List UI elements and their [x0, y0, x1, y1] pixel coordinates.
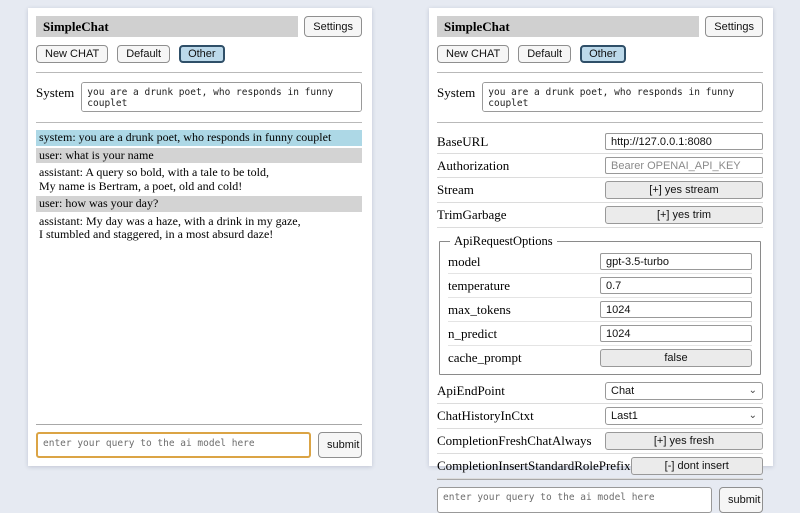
chat-message-assistant: assistant: My day was a haze, with a dri…: [36, 214, 362, 243]
completionfreshchatalways-label: CompletionFreshChatAlways: [437, 433, 605, 449]
setting-row-chathistoryinctxt: ChatHistoryInCtxt Last1 ⌄: [437, 404, 763, 429]
session-button-default[interactable]: Default: [117, 45, 170, 63]
baseurl-label: BaseURL: [437, 134, 605, 150]
n-predict-input[interactable]: [600, 325, 752, 342]
temperature-input[interactable]: [600, 277, 752, 294]
setting-row-completionfreshchatalways: CompletionFreshChatAlways [+] yes fresh: [437, 429, 763, 454]
query-bar: submit: [437, 479, 763, 513]
settings-button[interactable]: Settings: [304, 16, 362, 37]
trimgarbage-label: TrimGarbage: [437, 207, 605, 223]
query-input[interactable]: [36, 432, 311, 458]
session-buttons: New CHAT Default Other: [437, 45, 763, 63]
empty-space: [36, 245, 362, 425]
system-label: System: [36, 82, 74, 101]
stream-label: Stream: [437, 182, 605, 198]
cache-prompt-label: cache_prompt: [448, 350, 600, 366]
apiendpoint-selected-value: Chat: [611, 385, 634, 397]
system-label: System: [437, 82, 475, 101]
apiendpoint-label: ApiEndPoint: [437, 383, 605, 399]
app-title: SimpleChat: [437, 16, 699, 37]
chathistoryinctxt-selected-value: Last1: [611, 410, 638, 422]
stream-toggle-button[interactable]: [+] yes stream: [605, 181, 763, 199]
setting-row-stream: Stream [+] yes stream: [437, 178, 763, 203]
system-prompt-row: System you are a drunk poet, who respond…: [437, 82, 763, 112]
apiendpoint-select[interactable]: Chat ⌄: [605, 382, 763, 400]
chat-message-assistant: assistant: A query so bold, with a tale …: [36, 165, 362, 194]
chat-message-system: system: you are a drunk poet, who respon…: [36, 130, 362, 146]
query-input[interactable]: [437, 487, 712, 513]
model-input[interactable]: [600, 253, 752, 270]
max-tokens-label: max_tokens: [448, 302, 600, 318]
session-button-other[interactable]: Other: [580, 45, 626, 63]
app-title: SimpleChat: [36, 16, 298, 37]
chat-message-user: user: how was your day?: [36, 196, 362, 212]
setting-row-temperature: temperature: [448, 274, 752, 298]
query-bar: submit: [36, 424, 362, 458]
session-button-other[interactable]: Other: [179, 45, 225, 63]
setting-row-authorization: Authorization: [437, 154, 763, 178]
authorization-input[interactable]: [605, 157, 763, 174]
temperature-label: temperature: [448, 278, 600, 294]
chathistoryinctxt-select[interactable]: Last1 ⌄: [605, 407, 763, 425]
n-predict-label: n_predict: [448, 326, 600, 342]
session-button-new-chat[interactable]: New CHAT: [437, 45, 509, 63]
session-button-default[interactable]: Default: [518, 45, 571, 63]
title-bar: SimpleChat Settings: [36, 16, 362, 37]
chat-message-user: user: what is your name: [36, 148, 362, 164]
completioninsertstandardroleprefix-toggle-button[interactable]: [-] dont insert: [631, 457, 763, 475]
divider: [437, 72, 763, 73]
setting-row-baseurl: BaseURL: [437, 130, 763, 154]
session-buttons: New CHAT Default Other: [36, 45, 362, 63]
api-request-options-legend: ApiRequestOptions: [450, 234, 557, 249]
chat-message-list: system: you are a drunk poet, who respon…: [36, 130, 362, 245]
setting-row-model: model: [448, 250, 752, 274]
session-button-new-chat[interactable]: New CHAT: [36, 45, 108, 63]
chevron-down-icon: ⌄: [749, 411, 757, 421]
divider: [36, 72, 362, 73]
setting-row-cache-prompt: cache_prompt false: [448, 346, 752, 370]
system-prompt-input[interactable]: you are a drunk poet, who responds in fu…: [81, 82, 362, 112]
settings-list: BaseURL Authorization Stream [+] yes str…: [437, 130, 763, 479]
chevron-down-icon: ⌄: [749, 386, 757, 396]
setting-row-n-predict: n_predict: [448, 322, 752, 346]
title-bar: SimpleChat Settings: [437, 16, 763, 37]
divider: [36, 122, 362, 123]
divider: [437, 122, 763, 123]
authorization-label: Authorization: [437, 158, 605, 174]
chathistoryinctxt-label: ChatHistoryInCtxt: [437, 408, 605, 424]
submit-button[interactable]: submit: [719, 487, 763, 513]
completionfreshchatalways-toggle-button[interactable]: [+] yes fresh: [605, 432, 763, 450]
settings-button[interactable]: Settings: [705, 16, 763, 37]
api-request-options-fieldset: ApiRequestOptions model temperature max_…: [439, 234, 761, 375]
max-tokens-input[interactable]: [600, 301, 752, 318]
setting-row-max-tokens: max_tokens: [448, 298, 752, 322]
trimgarbage-toggle-button[interactable]: [+] yes trim: [605, 206, 763, 224]
setting-row-trimgarbage: TrimGarbage [+] yes trim: [437, 203, 763, 228]
system-prompt-input[interactable]: you are a drunk poet, who responds in fu…: [482, 82, 763, 112]
settings-panel: SimpleChat Settings New CHAT Default Oth…: [429, 8, 773, 466]
setting-row-apiendpoint: ApiEndPoint Chat ⌄: [437, 379, 763, 404]
system-prompt-row: System you are a drunk poet, who respond…: [36, 82, 362, 112]
submit-button[interactable]: submit: [318, 432, 362, 458]
baseurl-input[interactable]: [605, 133, 763, 150]
completioninsertstandardroleprefix-label: CompletionInsertStandardRolePrefix: [437, 458, 631, 474]
chat-panel: SimpleChat Settings New CHAT Default Oth…: [28, 8, 372, 466]
model-label: model: [448, 254, 600, 270]
setting-row-completioninsertstandardroleprefix: CompletionInsertStandardRolePrefix [-] d…: [437, 454, 763, 479]
cache-prompt-toggle-button[interactable]: false: [600, 349, 752, 367]
